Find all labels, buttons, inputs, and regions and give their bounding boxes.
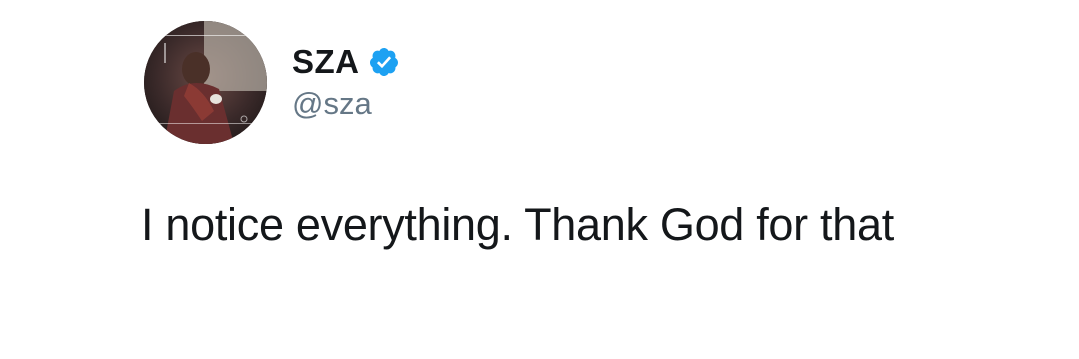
tweet-card: SZA @sza I notice everything. Thank God … (0, 0, 1079, 359)
avatar[interactable] (144, 21, 267, 144)
user-handle[interactable]: @sza (292, 84, 372, 124)
verified-badge-icon (368, 46, 400, 78)
tweet-text: I notice everything. Thank God for that (141, 199, 894, 250)
author-name-row[interactable]: SZA (292, 42, 400, 82)
display-name[interactable]: SZA (292, 42, 360, 82)
profile-photo-icon (144, 21, 267, 144)
